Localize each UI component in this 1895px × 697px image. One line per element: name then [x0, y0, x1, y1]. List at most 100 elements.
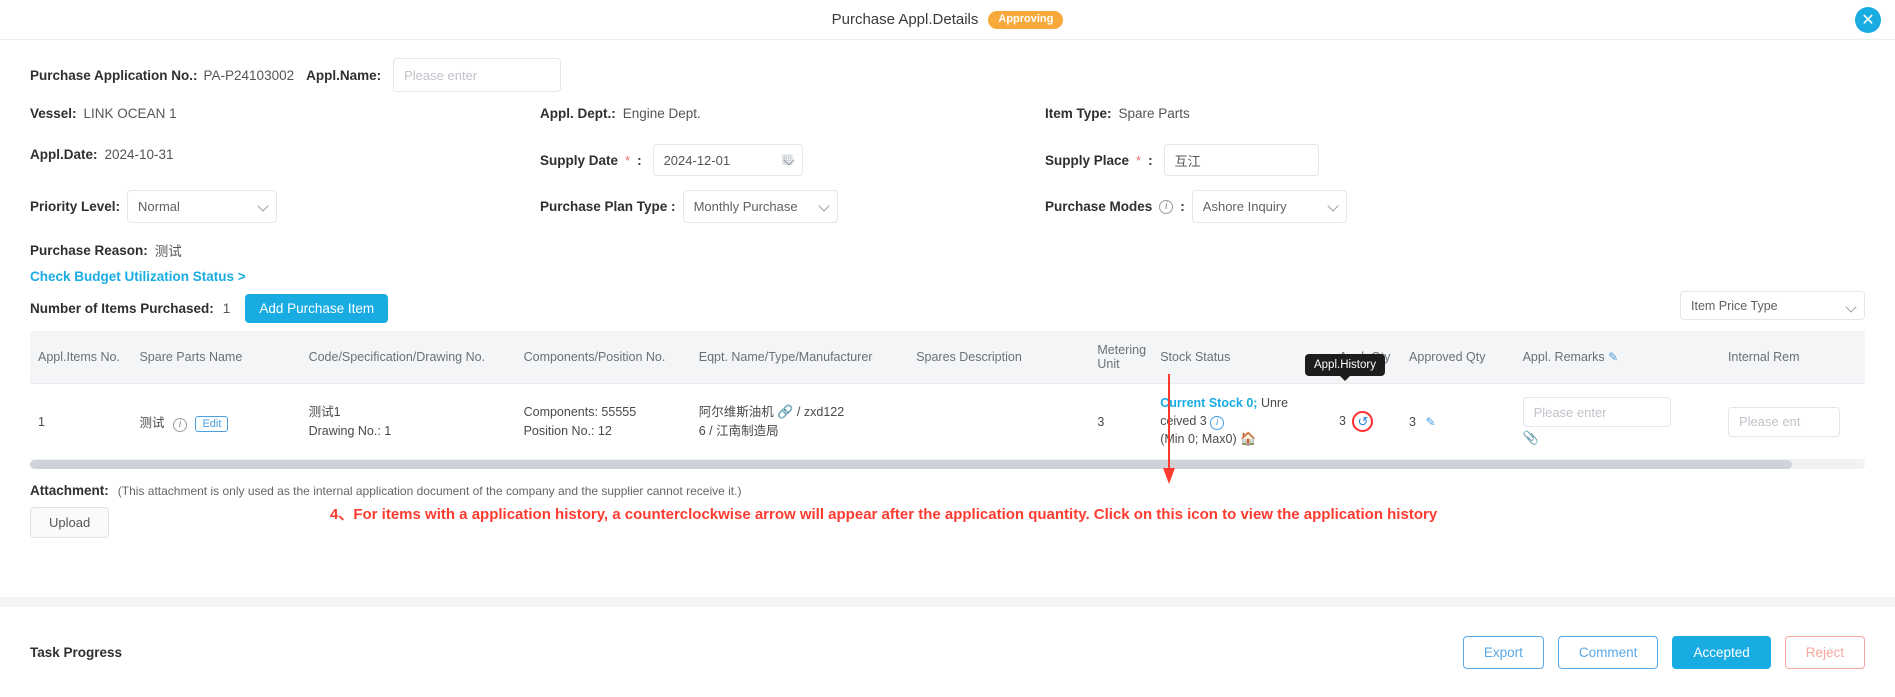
supply-place-required-mark: * [1136, 152, 1142, 168]
spare-parts-name-text: 测试 [139, 415, 165, 430]
link-icon[interactable]: 🔗 [777, 404, 793, 419]
cell-components: Components: 55555 Position No.: 12 [515, 383, 691, 461]
purchase-modes-select-wrap: Ashore Inquiry [1191, 190, 1347, 223]
supply-date-input[interactable] [652, 144, 803, 176]
close-icon[interactable]: ✕ [1855, 7, 1881, 33]
purchase-modes-select[interactable]: Ashore Inquiry [1191, 190, 1347, 223]
appl-dept-label: Appl. Dept.: [540, 106, 616, 121]
position-no-line: Position No.: 12 [523, 423, 612, 438]
purchase-application-no-value: PA-P24103002 [203, 67, 295, 83]
code-line: 测试1 [308, 405, 341, 420]
appl-remarks-input[interactable] [1522, 397, 1671, 428]
unreceived-partial: Unre [1260, 396, 1289, 410]
number-of-items-value: 1 [222, 301, 231, 316]
annotation-arrow [1163, 374, 1175, 484]
cell-appl-items-no: 1 [30, 383, 132, 461]
appl-name-label: Appl.Name: [306, 67, 382, 83]
accepted-button[interactable]: Accepted [1672, 635, 1771, 669]
th-internal-remarks: Internal Rem [1719, 331, 1865, 384]
th-components-position: Components/Position No. [515, 331, 691, 384]
item-type-field: Item Type: Spare Parts [1045, 106, 1190, 121]
appl-history-tooltip: Appl.History [1304, 354, 1385, 381]
appl-name-input[interactable] [393, 58, 562, 92]
status-badge: Approving [988, 10, 1064, 29]
calendar-icon: ▦ [781, 151, 794, 166]
attachment-note: (This attachment is only used as the int… [117, 483, 742, 498]
th-appl-remarks-label: Appl. Remarks [1522, 350, 1605, 364]
annotation-text: 4、For items with a application history, … [330, 506, 1438, 523]
attachment-clip-icon[interactable]: 📎 [1523, 430, 1712, 446]
edit-button[interactable]: Edit [195, 415, 229, 432]
number-of-items-label: Number of Items Purchased: [30, 301, 214, 316]
cell-appl-qty: 3 ↺ Appl.History [1304, 354, 1402, 461]
appl-dept-value: Engine Dept. [622, 106, 701, 121]
supply-place-field: Supply Place * : [1045, 144, 1319, 176]
edit-pencil-icon[interactable]: ✎ [1425, 415, 1435, 429]
add-purchase-item-button[interactable]: Add Purchase Item [245, 294, 389, 323]
supply-date-label: Supply Date [540, 152, 619, 168]
appl-qty-value: 3 [1338, 413, 1346, 428]
form-area: Purchase Application No.: PA-P24103002 A… [0, 40, 1895, 323]
footer-buttons: Export Comment Accepted Reject [1462, 635, 1865, 669]
supply-date-field: Supply Date * : ▦ [540, 144, 803, 176]
stock-detail-icon[interactable]: 🏠 [1240, 431, 1256, 446]
supply-date-input-wrap: ▦ [652, 144, 803, 176]
cell-eqpt: 阿尔维斯油机 🔗 / zxd122 6 / 江南制造局 [690, 383, 909, 461]
reject-button[interactable]: Reject [1784, 635, 1865, 669]
window-title-bar: Purchase Appl.Details Approving ✕ [0, 0, 1895, 40]
cell-appl-remarks: 📎 [1514, 383, 1720, 461]
purchase-reason-label: Purchase Reason: [30, 242, 148, 258]
priority-level-select-wrap: Normal [127, 190, 278, 223]
supply-place-label: Supply Place [1045, 152, 1130, 168]
comment-button[interactable]: Comment [1557, 635, 1659, 669]
cell-code-spec: 测试1 Drawing No.: 1 [300, 383, 516, 461]
table-row[interactable]: 1 测试 i Edit 测试1 Drawing No.: 1 Component… [30, 354, 1865, 461]
supply-date-required-mark: * [625, 152, 631, 168]
purchase-reason-value: 测试 [154, 244, 182, 259]
eqpt-line-2: 6 / 江南制造局 [698, 423, 779, 438]
purchase-plan-type-field: Purchase Plan Type : Monthly Purchase [540, 190, 838, 223]
vessel-field: Vessel: LINK OCEAN 1 [30, 106, 177, 121]
purchase-plan-type-select-wrap: Monthly Purchase [682, 190, 838, 223]
history-icon[interactable]: ↺ [1354, 413, 1371, 430]
table-horizontal-scrollbar-track[interactable] [30, 460, 1865, 470]
upload-button[interactable]: Upload [30, 507, 110, 539]
check-budget-row: Check Budget Utilization Status > [30, 268, 1865, 286]
purchase-items-table-wrap: Appl.Items No. Spare Parts Name Code/Spe… [30, 331, 1865, 470]
th-appl-items-no: Appl.Items No. [30, 331, 132, 384]
eqpt-type: / zxd122 [796, 405, 845, 420]
th-approved-qty: Approved Qty [1401, 331, 1515, 384]
priority-level-field: Priority Level: Normal [30, 190, 278, 223]
vessel-label: Vessel: [30, 106, 77, 121]
edit-pencil-icon[interactable]: ✎ [1608, 350, 1618, 364]
export-button[interactable]: Export [1462, 635, 1544, 669]
appl-dept-field: Appl. Dept.: Engine Dept. [540, 106, 701, 121]
item-price-type-select-wrap: Item Price Type [1680, 291, 1865, 320]
purchase-items-table: Appl.Items No. Spare Parts Name Code/Spe… [30, 331, 1865, 461]
internal-remarks-input[interactable] [1727, 406, 1840, 437]
items-count-row: Number of Items Purchased: 1 Add Purchas… [30, 291, 1865, 323]
info-icon[interactable]: i [1210, 416, 1225, 431]
info-icon[interactable]: i [172, 417, 187, 432]
th-spare-parts-name: Spare Parts Name [131, 331, 301, 384]
supply-place-input[interactable] [1163, 144, 1319, 176]
check-budget-link[interactable]: Check Budget Utilization Status > [30, 269, 246, 284]
row-priority: Priority Level: Normal Purchase Plan Typ… [30, 190, 1865, 226]
info-icon[interactable]: i [1159, 199, 1174, 214]
cell-approved-qty: 3 ✎ [1401, 383, 1515, 461]
purchase-plan-type-select[interactable]: Monthly Purchase [682, 190, 838, 223]
components-line: Components: 55555 [523, 405, 637, 420]
item-price-type-select[interactable]: Item Price Type [1680, 291, 1865, 320]
th-code-spec-drawing: Code/Specification/Drawing No. [300, 331, 516, 384]
purchase-application-no-label: Purchase Application No.: [30, 67, 198, 83]
appl-date-label: Appl.Date: [30, 147, 98, 162]
vessel-value: LINK OCEAN 1 [83, 106, 177, 121]
page-title: Purchase Appl.Details [831, 11, 979, 28]
priority-level-select[interactable]: Normal [127, 190, 278, 223]
table-horizontal-scrollbar-thumb[interactable] [30, 460, 1792, 470]
cell-spares-description [908, 383, 1090, 461]
appl-date-value: 2024-10-31 [104, 147, 174, 162]
th-eqpt-name-type: Eqpt. Name/Type/Manufacturer [690, 331, 909, 384]
row-date: Appl.Date: 2024-10-31 Supply Date * : ▦ … [30, 144, 1865, 178]
priority-level-label: Priority Level: [30, 199, 121, 214]
